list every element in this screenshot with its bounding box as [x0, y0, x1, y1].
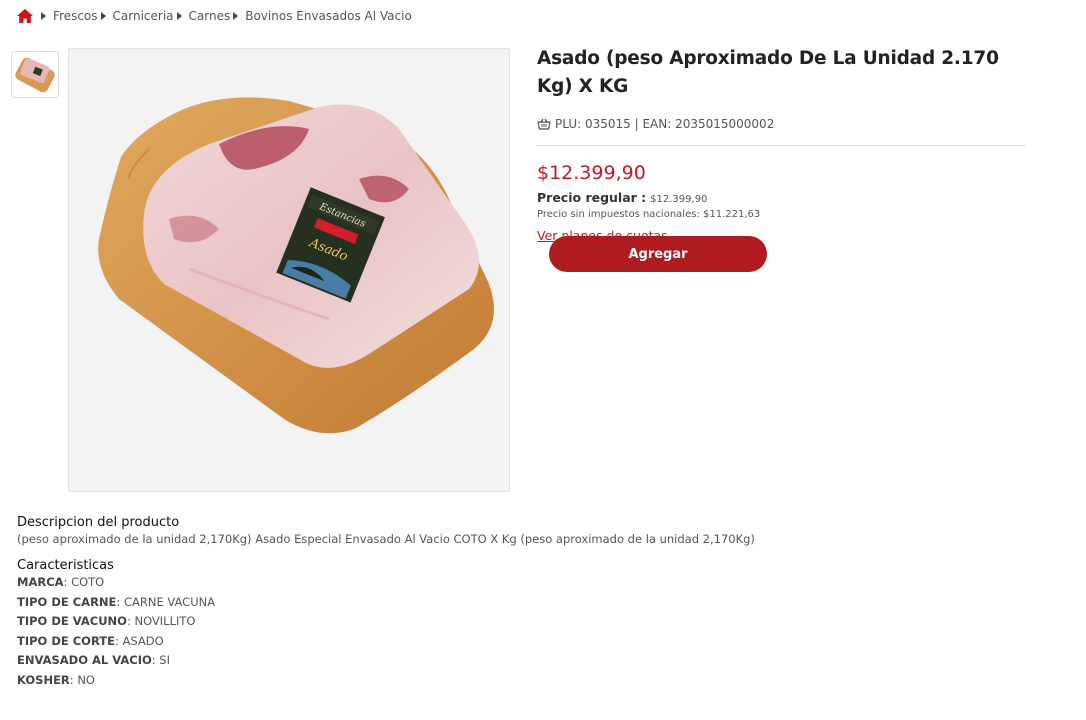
- product-price: $12.399,90: [537, 162, 646, 184]
- feature-key: TIPO DE VACUNO: [17, 614, 127, 628]
- caret-right-icon: [176, 12, 182, 20]
- product-codes: PLU: 035015 | EAN: 2035015000002: [537, 117, 1026, 131]
- breadcrumb-item-bovinos[interactable]: Bovinos Envasados Al Vacio: [245, 9, 412, 23]
- feature-key: ENVASADO AL VACIO: [17, 653, 152, 667]
- feature-key: MARCA: [17, 575, 64, 589]
- feature-value: : COTO: [63, 575, 105, 589]
- add-to-cart-button[interactable]: Agregar: [549, 236, 767, 272]
- product-codes-text: PLU: 035015 | EAN: 2035015000002: [555, 117, 775, 131]
- regular-price: Precio regular : $12.399,90: [537, 190, 1026, 205]
- product-image: Estancias Asado: [68, 48, 510, 492]
- regular-price-label: Precio regular :: [537, 190, 647, 205]
- breadcrumb-item-carnes[interactable]: Carnes: [189, 9, 231, 23]
- feature-key: KOSHER: [17, 672, 70, 687]
- caret-right-icon: [100, 12, 106, 20]
- product-thumbnail-image: [15, 57, 55, 92]
- feature-row: TIPO DE VACUNO: NOVILLITO: [17, 612, 1067, 632]
- feature-row: MARCA: COTO: [17, 573, 1067, 593]
- feature-row: ENVASADO AL VACIO: SI: [17, 651, 1067, 671]
- feature-value: : NO: [69, 672, 95, 687]
- feature-row: KOSHER: NO: [17, 671, 1067, 691]
- product-photo: Estancias Asado: [98, 97, 495, 434]
- feature-key: TIPO DE CARNE: [17, 594, 117, 609]
- home-icon[interactable]: [16, 8, 34, 24]
- feature-value: : CARNE VACUNA: [116, 594, 216, 609]
- basket-icon: [537, 118, 551, 130]
- product-thumbnail[interactable]: [11, 51, 59, 98]
- breadcrumb-item-carniceria[interactable]: Carniceria: [113, 9, 174, 23]
- feature-row: TIPO DE CARNE: CARNE VACUNA: [17, 593, 1067, 613]
- caret-right-icon: [233, 12, 239, 20]
- features-heading: Caracteristicas: [17, 558, 114, 573]
- breadcrumb: Frescos Carniceria Carnes Bovinos Envasa…: [16, 6, 412, 26]
- product-info: Asado (peso Aproximado De La Unidad 2.17…: [537, 45, 1026, 272]
- feature-row: TIPO DE CORTE: ASADO: [17, 632, 1067, 652]
- divider: [537, 145, 1026, 146]
- feature-value: : SI: [151, 653, 170, 667]
- price-without-taxes: Precio sin impuestos nacionales: $11.221…: [537, 209, 761, 220]
- caret-right-icon: [41, 12, 46, 20]
- product-description: Descripcion del producto (peso aproximad…: [17, 515, 1067, 690]
- product-title: Asado (peso Aproximado De La Unidad 2.17…: [537, 48, 999, 97]
- regular-price-value: $12.399,90: [650, 194, 708, 205]
- feature-value: : ASADO: [115, 633, 164, 648]
- breadcrumb-item-frescos[interactable]: Frescos: [53, 9, 98, 23]
- description-text: (peso aproximado de la unidad 2,170Kg) A…: [17, 532, 755, 546]
- features-section: Caracteristicas MARCA: COTO TIPO DE CARN…: [17, 558, 1067, 690]
- feature-key: TIPO DE CORTE: [17, 633, 115, 648]
- description-heading: Descripcion del producto: [17, 515, 180, 530]
- feature-value: : NOVILLITO: [126, 614, 196, 628]
